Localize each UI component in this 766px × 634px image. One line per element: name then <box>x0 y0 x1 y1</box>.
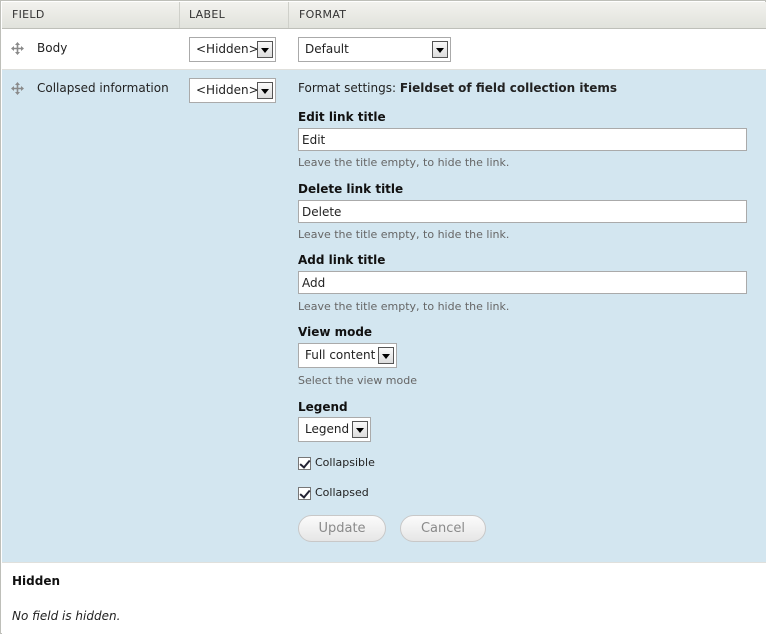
delete-link-title-label: Delete link title <box>298 182 404 196</box>
chevron-down-icon <box>378 347 394 364</box>
column-header-label: LABEL <box>179 2 289 28</box>
view-mode-select-value: Full content <box>305 348 376 362</box>
hidden-empty-message: No field is hidden. <box>12 609 121 623</box>
delete-link-title-description: Leave the title empty, to hide the link. <box>298 228 510 241</box>
add-link-title-description: Leave the title empty, to hide the link. <box>298 300 510 313</box>
format-select-value: Default <box>305 42 349 56</box>
collapsed-checkbox[interactable] <box>298 487 311 500</box>
label-select-collapsed-information[interactable]: <Hidden> <box>189 78 276 103</box>
chevron-down-icon <box>257 41 273 58</box>
update-button[interactable]: Update <box>298 515 386 542</box>
legend-label: Legend <box>298 400 348 414</box>
format-settings-prefix: Format settings: <box>298 81 396 95</box>
edit-link-title-input[interactable] <box>298 128 747 151</box>
chevron-down-icon <box>257 82 273 99</box>
manage-display-table: FIELD LABEL FORMAT Body <Hidden> Default… <box>0 0 766 634</box>
drag-handle-icon[interactable] <box>11 42 24 55</box>
label-select-value: <Hidden> <box>196 83 259 97</box>
format-settings-heading: Format settings: Fieldset of field colle… <box>298 81 617 95</box>
collapsed-label: Collapsed <box>315 486 369 499</box>
view-mode-description: Select the view mode <box>298 374 418 387</box>
column-header-field: FIELD <box>12 8 45 21</box>
field-name-body: Body <box>37 41 68 55</box>
table-row-collapsed-information: Collapsed information <Hidden> Format se… <box>2 70 766 562</box>
hidden-fields-section: Hidden No field is hidden. <box>2 562 766 634</box>
view-mode-select[interactable]: Full content <box>298 343 397 368</box>
collapsible-checkbox[interactable] <box>298 457 311 470</box>
chevron-down-icon <box>432 41 448 58</box>
legend-select[interactable]: Legend <box>298 417 371 442</box>
table-row-body: Body <Hidden> Default <box>2 29 766 70</box>
hidden-section-title: Hidden <box>12 574 61 588</box>
edit-link-title-label: Edit link title <box>298 110 386 124</box>
table-header: FIELD LABEL FORMAT <box>2 2 766 29</box>
view-mode-label: View mode <box>298 325 373 339</box>
drag-handle-icon[interactable] <box>11 82 24 95</box>
add-link-title-input[interactable] <box>298 271 747 294</box>
add-link-title-label: Add link title <box>298 253 386 267</box>
legend-select-value: Legend <box>305 422 350 436</box>
format-select-body[interactable]: Default <box>298 37 451 62</box>
delete-link-title-input[interactable] <box>298 200 747 223</box>
collapsible-label: Collapsible <box>315 456 375 469</box>
column-header-format: FORMAT <box>288 2 766 28</box>
field-name-collapsed-information: Collapsed information <box>37 81 169 95</box>
chevron-down-icon <box>352 421 368 438</box>
format-settings-name: Fieldset of field collection items <box>399 81 618 95</box>
edit-link-title-description: Leave the title empty, to hide the link. <box>298 156 510 169</box>
label-select-value: <Hidden> <box>196 42 259 56</box>
label-select-body[interactable]: <Hidden> <box>189 37 276 62</box>
cancel-button[interactable]: Cancel <box>400 515 486 542</box>
